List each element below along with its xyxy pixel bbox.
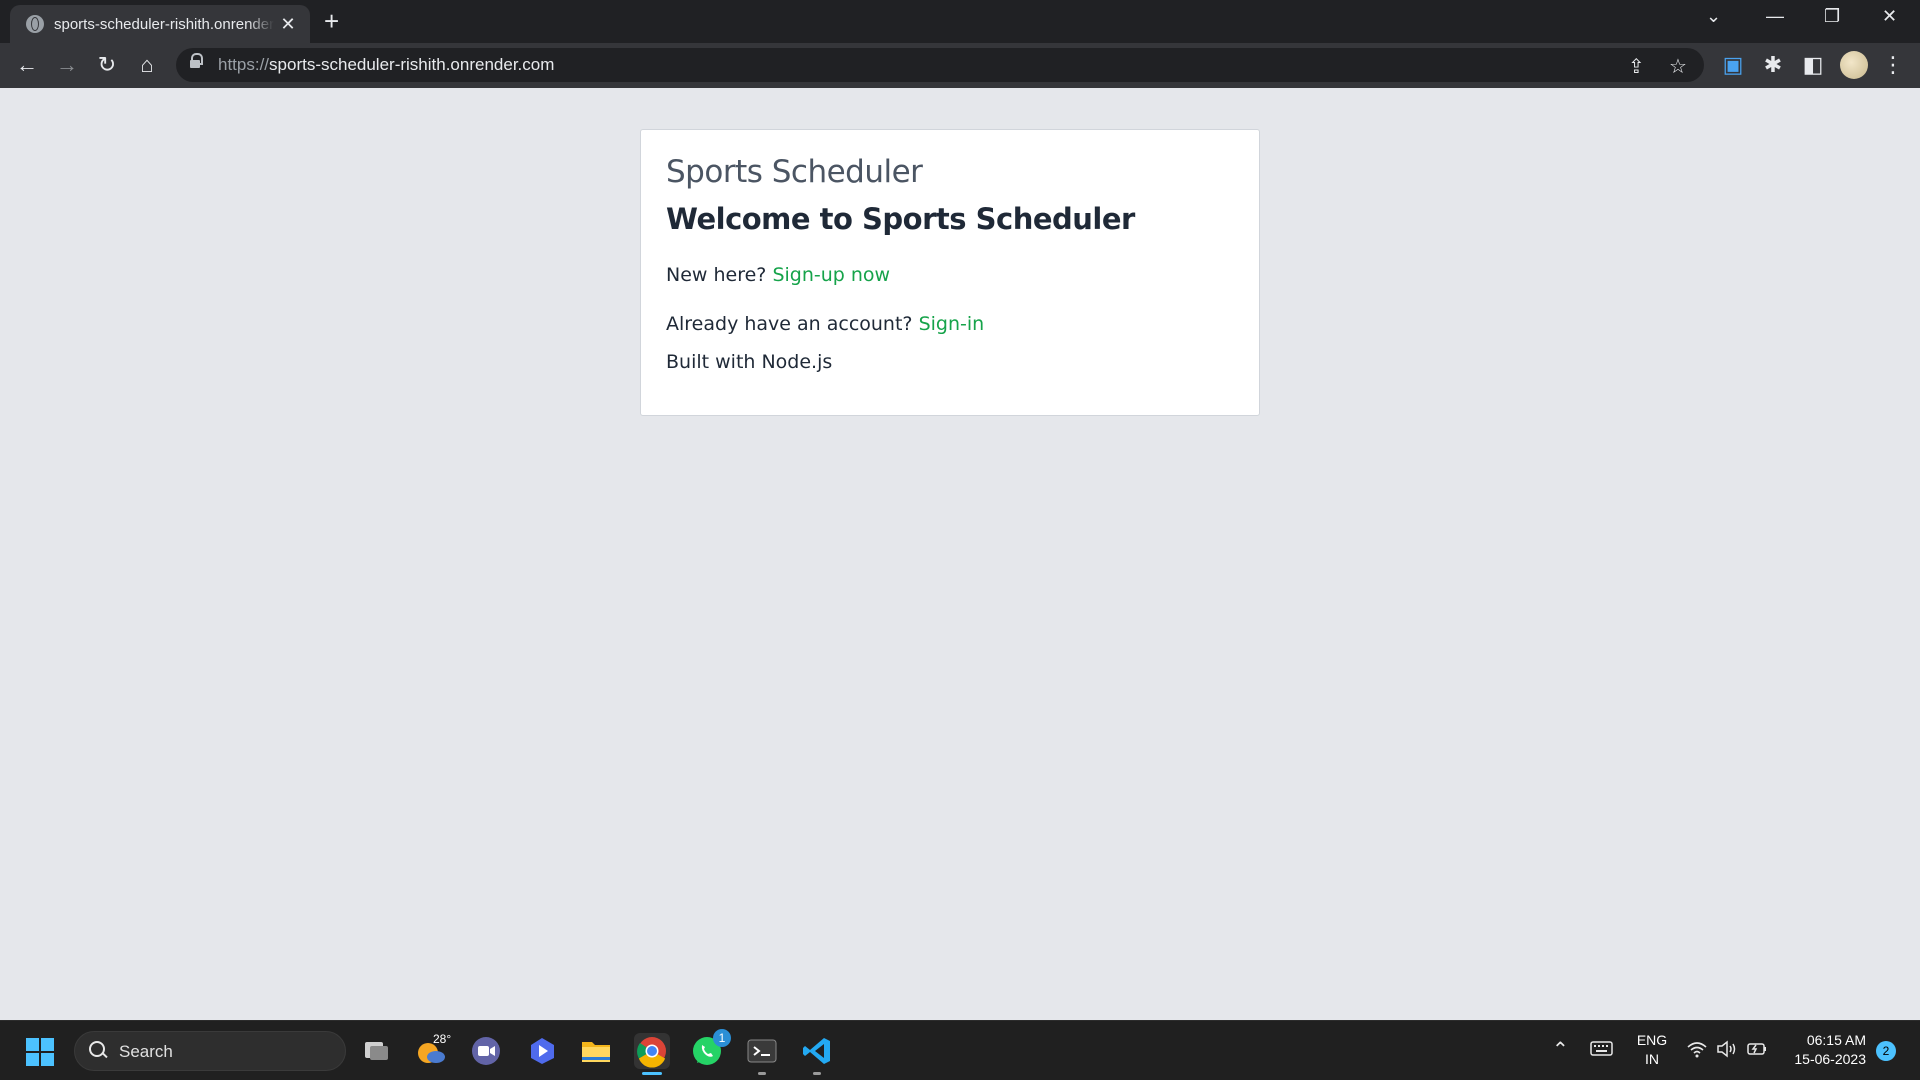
region-code: IN [1645, 1051, 1659, 1067]
whatsapp-icon[interactable]: 1 [689, 1029, 731, 1069]
whatsapp-badge: 1 [713, 1029, 731, 1047]
signin-prompt-text: Already have an account? [666, 313, 913, 335]
wifi-icon[interactable] [1686, 1039, 1708, 1064]
extensions-puzzle-icon[interactable]: ✱ [1760, 52, 1786, 78]
taskbar-search-box[interactable]: Search [74, 1031, 346, 1071]
share-icon[interactable]: ⇪ [1628, 54, 1645, 79]
running-indicator [813, 1072, 821, 1075]
profile-avatar[interactable] [1840, 51, 1868, 79]
file-explorer-icon[interactable] [578, 1033, 614, 1069]
language-indicator[interactable]: ENG IN [1632, 1031, 1672, 1069]
teams-chat-icon[interactable] [468, 1033, 504, 1069]
bookmark-star-icon[interactable]: ☆ [1669, 54, 1687, 79]
browser-toolbar: ← → ↻ ⌂ https://sports-scheduler-rishith… [0, 43, 1920, 88]
weather-temperature: 28° [433, 1032, 452, 1046]
minimize-button[interactable]: — [1766, 6, 1784, 27]
chevron-up-icon[interactable]: ⌃ [1552, 1037, 1569, 1062]
forward-icon[interactable]: → [54, 52, 80, 78]
signup-prompt-text: New here? [666, 264, 767, 286]
side-panel-icon[interactable]: ◧ [1800, 52, 1826, 78]
menu-kebab-icon[interactable]: ⋮ [1880, 52, 1906, 78]
notification-badge[interactable]: 2 [1876, 1041, 1896, 1061]
battery-icon[interactable] [1746, 1039, 1768, 1064]
copilot-icon[interactable] [524, 1033, 560, 1069]
terminal-icon[interactable] [744, 1033, 780, 1075]
lock-icon[interactable] [190, 53, 203, 70]
window-close-button[interactable]: ✕ [1882, 6, 1897, 27]
browser-tab-bar: sports-scheduler-rishith.onrender.com ✕ … [0, 0, 1920, 43]
clock-date: 15-06-2023 [1794, 1051, 1866, 1067]
address-bar[interactable]: https://sports-scheduler-rishith.onrende… [176, 48, 1704, 82]
signin-prompt: Already have an account? Sign-in [666, 313, 1234, 335]
site-brand: Sports Scheduler [666, 154, 923, 190]
screenshot-extension-icon[interactable]: ▣ [1720, 52, 1746, 78]
page-title: Welcome to Sports Scheduler [666, 202, 1135, 236]
url-text[interactable]: https://sports-scheduler-rishith.onrende… [218, 55, 554, 75]
taskbar: Search 28° 1 ⌃ ENG IN 06:15 AM 15-06-202… [0, 1020, 1920, 1080]
running-indicator [758, 1072, 766, 1075]
keyboard-icon[interactable] [1590, 1039, 1614, 1064]
welcome-card: Sports Scheduler Welcome to Sports Sched… [640, 129, 1260, 416]
restore-button[interactable]: ❐ [1824, 6, 1840, 27]
language-code: ENG [1636, 1032, 1668, 1048]
search-icon [89, 1041, 107, 1059]
back-icon[interactable]: ← [14, 52, 40, 78]
footer-text: Built with Node.js [666, 351, 833, 373]
active-indicator [642, 1072, 662, 1075]
clock[interactable]: 06:15 AM 15-06-2023 [1786, 1031, 1866, 1069]
new-tab-button[interactable]: + [324, 8, 339, 34]
volume-icon[interactable] [1716, 1039, 1738, 1064]
reload-icon[interactable]: ↻ [94, 52, 120, 78]
clock-time: 06:15 AM [1806, 1032, 1866, 1048]
globe-icon [26, 15, 44, 33]
tab-close-button[interactable]: ✕ [278, 14, 298, 35]
vscode-icon[interactable] [799, 1033, 835, 1075]
tab-title: sports-scheduler-rishith.onrender.com [54, 15, 274, 33]
home-icon[interactable]: ⌂ [134, 52, 160, 78]
search-label: Search [119, 1042, 173, 1061]
signup-prompt: New here? Sign-up now [666, 264, 1234, 286]
task-view-icon[interactable] [358, 1033, 394, 1069]
signin-link[interactable]: Sign-in [919, 313, 985, 335]
browser-tab[interactable]: sports-scheduler-rishith.onrender.com ✕ [10, 5, 310, 43]
signup-link[interactable]: Sign-up now [772, 264, 890, 286]
windows-start-icon[interactable] [26, 1038, 54, 1066]
chrome-icon[interactable] [634, 1033, 670, 1075]
tab-search-button[interactable]: ⌄ [1706, 6, 1721, 27]
